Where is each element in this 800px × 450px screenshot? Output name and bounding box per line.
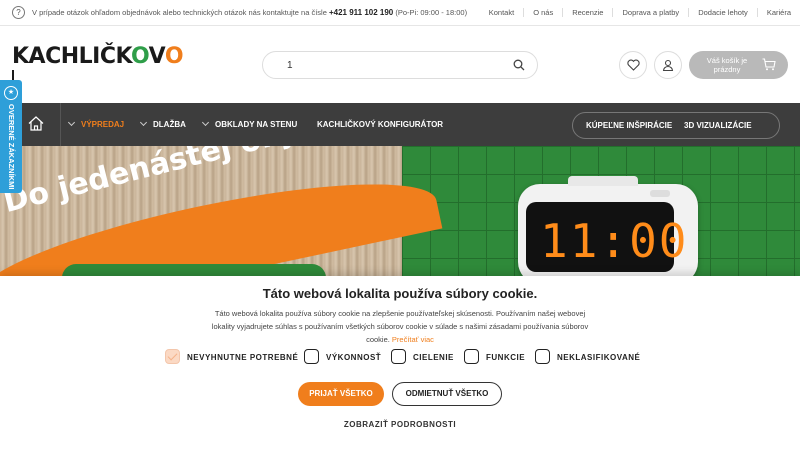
- checkbox[interactable]: [391, 349, 406, 364]
- cart-button[interactable]: Váš košík je prázdny: [689, 51, 788, 79]
- logo[interactable]: KACHLIČKOVO: [12, 44, 184, 80]
- nav-item-vizualizacie[interactable]: 3D VIZUALIZÁCIE: [684, 121, 752, 130]
- checkbox-checked[interactable]: [165, 349, 180, 364]
- top-info-bar: ? V prípade otázok ohľadom objednávok al…: [0, 0, 800, 26]
- clock-small-button: [650, 190, 670, 197]
- link-recenzie[interactable]: Recenzie: [562, 8, 612, 17]
- accept-all-button[interactable]: PRIJAŤ VŠETKO: [298, 382, 384, 406]
- checkbox[interactable]: [464, 349, 479, 364]
- chevron-down-icon: [201, 118, 210, 127]
- logo-v: V: [148, 44, 166, 69]
- link-o-nas[interactable]: O nás: [523, 8, 562, 17]
- chevron-down-icon: [67, 118, 76, 127]
- checkbox-label: FUNKCIE: [486, 353, 526, 362]
- nav-item-dlazba[interactable]: DLAŽBA: [139, 118, 186, 129]
- verified-customers-label: OVERENÉ ZÁKAZNÍKMI: [7, 104, 16, 190]
- clock-digits: 11:00: [540, 214, 689, 268]
- nav-item-vypredaj[interactable]: VÝPREDAJ: [67, 118, 125, 129]
- nav-item-label: VÝPREDAJ: [81, 120, 125, 129]
- cookie-title: Táto webová lokalita používa súbory cook…: [262, 286, 538, 301]
- search-icon[interactable]: [513, 59, 525, 71]
- logo-o-green: O: [131, 44, 149, 69]
- top-links: Kontakt O nás Recenzie Doprava a platby …: [480, 8, 800, 17]
- logo-o-orange: O: [164, 44, 184, 69]
- account-button[interactable]: [654, 51, 682, 79]
- verified-customers-tab[interactable]: ★ OVERENÉ ZÁKAZNÍKMI: [0, 80, 22, 193]
- search-value[interactable]: 1: [287, 60, 293, 71]
- help-icon: ?: [12, 6, 25, 19]
- nav-divider: [60, 103, 61, 146]
- cart-label: Váš košík je prázdny: [706, 56, 748, 74]
- link-dodacie-lehoty[interactable]: Dodacie lehoty: [688, 8, 757, 17]
- contact-phone[interactable]: +421 911 102 190: [329, 8, 393, 17]
- link-kontakt[interactable]: Kontakt: [480, 8, 523, 17]
- checkbox[interactable]: [304, 349, 319, 364]
- cookie-banner: Táto webová lokalita používa súbory cook…: [0, 276, 800, 450]
- nav-item-label: OBKLADY NA STENU: [215, 120, 298, 129]
- checkbox-label: CIELENIE: [413, 353, 454, 362]
- contact-text: V prípade otázok ohľadom objednávok aleb…: [32, 8, 327, 17]
- hero-green-pill: [62, 264, 326, 276]
- checkbox-label: NEKLASIFIKOVANÉ: [557, 353, 641, 362]
- link-doprava[interactable]: Doprava a platby: [612, 8, 688, 17]
- home-icon[interactable]: [28, 116, 44, 131]
- contact-hours: (Po-Pi: 09:00 - 18:00): [395, 8, 468, 17]
- nav-item-konfigurator[interactable]: KACHLIČKOVÝ KONFIGURÁTOR: [317, 120, 443, 129]
- nav-item-label: DLAŽBA: [153, 120, 186, 129]
- nav-item-inspiracie[interactable]: KÚPEĽNE INŠPIRÁCIE: [586, 121, 672, 130]
- heart-icon: [626, 59, 640, 71]
- cookie-description: Táto webová lokalita používa súbory cook…: [205, 307, 595, 346]
- show-details-link[interactable]: ZOBRAZIŤ PODROBNOSTI: [0, 420, 800, 429]
- clock-top-button: [568, 176, 638, 186]
- logo-text: KACHLIČK: [12, 44, 132, 69]
- checkbox-label: NEVYHNUTNE POTREBNÉ: [187, 353, 299, 362]
- chevron-down-icon: [139, 118, 148, 127]
- logo-mark: [12, 70, 14, 80]
- search-input[interactable]: 1: [262, 51, 538, 79]
- nav-inspiration-group: KÚPEĽNE INŠPIRÁCIE 3D VIZUALIZÁCIE: [572, 112, 780, 139]
- cookie-read-more-link[interactable]: Prečítať viac: [392, 335, 434, 344]
- checkbox[interactable]: [535, 349, 550, 364]
- user-icon: [662, 59, 674, 71]
- link-kariera[interactable]: Kariéra: [756, 8, 800, 17]
- contact-message: V prípade otázok ohľadom objednávok aleb…: [32, 8, 467, 17]
- page: ? V prípade otázok ohľadom objednávok al…: [0, 0, 800, 450]
- star-icon: ★: [4, 86, 18, 100]
- alarm-clock-image: 11:00: [518, 176, 698, 276]
- main-navigation: VÝPREDAJ DLAŽBA OBKLADY NA STENU KACHLIČ…: [0, 103, 800, 146]
- nav-item-obklady[interactable]: OBKLADY NA STENU: [201, 118, 298, 129]
- clock-screen: 11:00: [526, 202, 686, 272]
- reject-all-button[interactable]: ODMIETNUŤ VŠETKO: [392, 382, 502, 406]
- cart-icon: [762, 58, 776, 71]
- checkbox-label: VÝKONNOSŤ: [326, 353, 382, 362]
- hero-banner[interactable]: Do jedenástej objednáte 11:00: [0, 146, 800, 276]
- wishlist-button[interactable]: [619, 51, 647, 79]
